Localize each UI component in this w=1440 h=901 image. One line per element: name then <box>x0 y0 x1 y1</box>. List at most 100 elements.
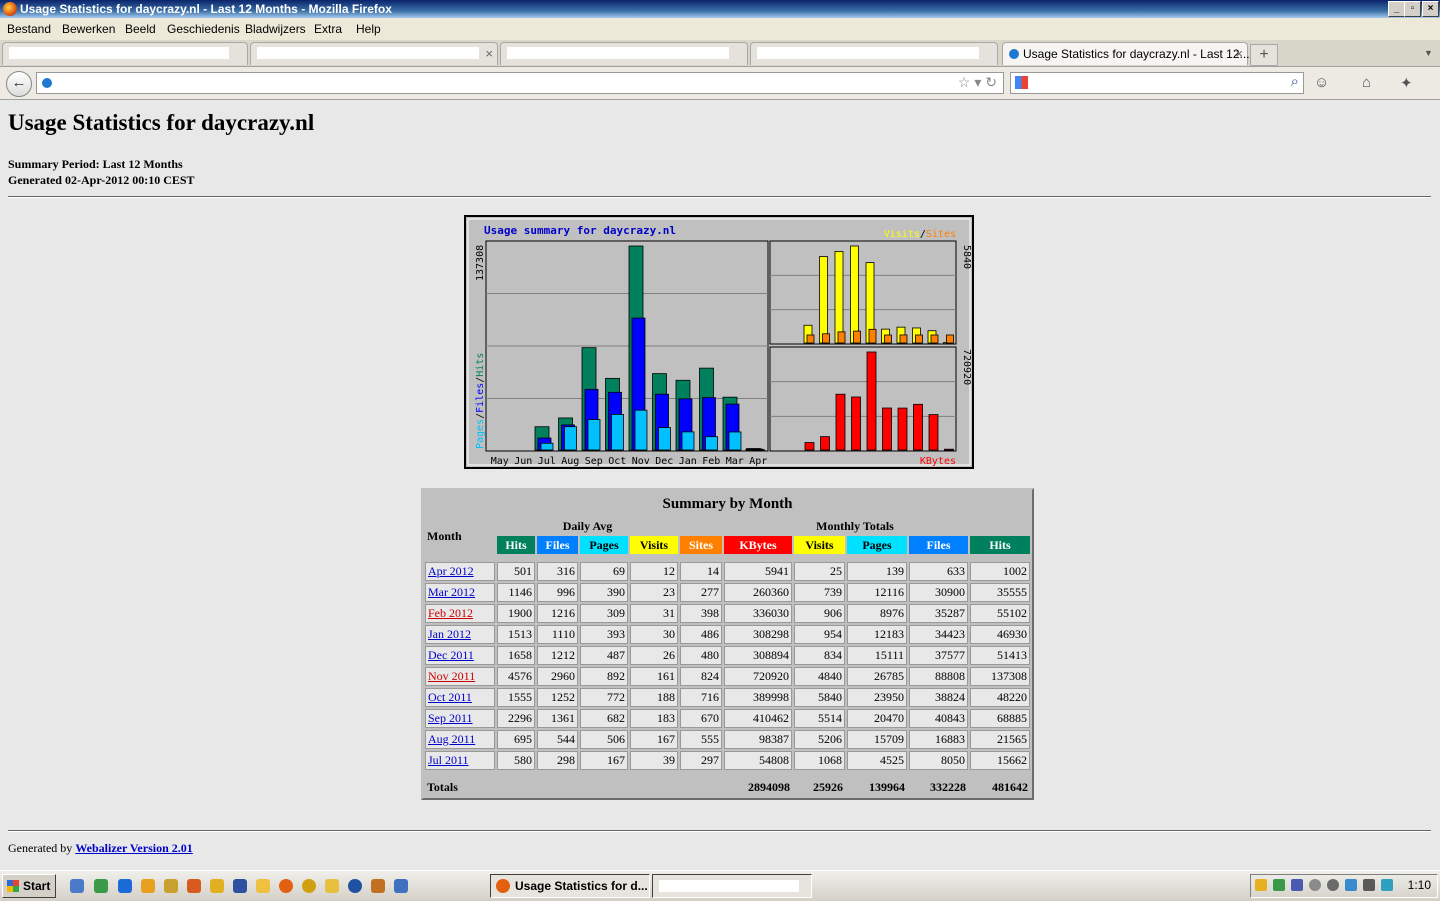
reload-icon[interactable]: ↻ <box>985 74 997 90</box>
table-cell: 695 <box>497 730 535 749</box>
totals-row: Totals 2894098 25926 139964 332228 481642 <box>425 778 1030 796</box>
menu-bewerken[interactable]: Bewerken <box>62 22 115 36</box>
month-link[interactable]: Jul 2011 <box>428 753 469 767</box>
tray-icon[interactable] <box>1273 879 1285 891</box>
tray-icon[interactable] <box>1255 879 1267 891</box>
month-link[interactable]: Mar 2012 <box>428 585 475 599</box>
pages-bar <box>705 436 718 451</box>
quicklaunch-icon[interactable] <box>164 879 178 893</box>
table-row: Aug 2011 695 544 506 167 555 98387 5206 15709 168… <box>425 730 1030 749</box>
close-window-button[interactable]: × <box>1422 1 1439 17</box>
quicklaunch-icon[interactable] <box>141 879 155 893</box>
tab-active[interactable]: Usage Statistics for daycrazy.nl - Last … <box>1002 42 1250 65</box>
tray-icon[interactable] <box>1309 879 1321 891</box>
clock: 1:10 <box>1407 878 1431 892</box>
addon-face-icon[interactable]: ☺ <box>1314 74 1329 91</box>
table-cell: 8050 <box>909 751 968 770</box>
table-spacer <box>425 556 1030 560</box>
table-cell: 824 <box>680 667 722 686</box>
close-tab-icon[interactable]: × <box>1235 46 1243 61</box>
menu-extra[interactable]: Extra <box>314 22 342 36</box>
tray-icon[interactable] <box>1291 879 1303 891</box>
tab-2[interactable]: × <box>250 42 498 65</box>
month-link[interactable]: Dec 2011 <box>428 648 474 662</box>
menu-bestand[interactable]: Bestand <box>7 22 51 36</box>
table-cell: 40843 <box>909 709 968 728</box>
tab-3[interactable] <box>500 42 748 65</box>
quicklaunch-icon[interactable] <box>210 879 224 893</box>
table-cell: 834 <box>794 646 845 665</box>
month-link[interactable]: Aug 2011 <box>428 732 475 746</box>
tray-icon[interactable] <box>1345 879 1357 891</box>
quicklaunch-icon[interactable] <box>371 879 385 893</box>
month-tick-label: Jul <box>538 456 556 467</box>
webalizer-link[interactable]: Webalizer Version 2.01 <box>75 841 192 855</box>
visits-bar <box>850 245 859 344</box>
tab-list-chevron-icon[interactable]: ▼ <box>1424 48 1433 58</box>
bookmark-star-icon[interactable]: ☆ <box>958 74 971 90</box>
firefox-icon[interactable] <box>279 879 293 893</box>
table-cell: 1252 <box>537 688 578 707</box>
minimize-button[interactable]: _ <box>1388 1 1405 17</box>
table-cell: 506 <box>580 730 628 749</box>
table-cell: 670 <box>680 709 722 728</box>
menu-bladwijzers[interactable]: Bladwijzers <box>245 22 306 36</box>
tray-icon[interactable] <box>1363 879 1375 891</box>
tab-title-redacted <box>257 47 479 59</box>
col-header-total-pages: Pages <box>847 536 907 554</box>
col-header-daily-visits: Visits <box>630 536 678 554</box>
menu-help[interactable]: Help <box>356 22 381 36</box>
footer: Generated by Webalizer Version 2.01 <box>8 841 193 856</box>
quicklaunch-icon[interactable] <box>256 879 270 893</box>
network-icon[interactable] <box>1381 879 1393 891</box>
maximize-button[interactable]: ▫ <box>1404 1 1421 17</box>
tray-icon[interactable] <box>1327 879 1339 891</box>
kbytes-bar <box>835 393 846 451</box>
tab-4[interactable] <box>750 42 998 65</box>
table-cell: 393 <box>580 625 628 644</box>
month-link[interactable]: Jan 2012 <box>428 627 471 641</box>
close-tab-icon[interactable]: × <box>485 46 493 61</box>
quicklaunch-icon[interactable] <box>325 879 339 893</box>
tab-title-redacted <box>507 47 729 59</box>
back-button[interactable]: ← <box>6 71 32 97</box>
search-bar[interactable]: ⌕ <box>1010 72 1304 94</box>
search-icon[interactable]: ⌕ <box>1291 73 1299 90</box>
month-link[interactable]: Oct 2011 <box>428 690 472 704</box>
site-identity-icon[interactable] <box>42 78 52 88</box>
table-cell: 21565 <box>970 730 1030 749</box>
taskbar-window-2[interactable] <box>652 874 812 898</box>
taskbar-firefox-window[interactable]: Usage Statistics for d... <box>490 874 650 898</box>
home-icon[interactable]: ⌂ <box>1362 74 1371 91</box>
table-cell: 5840 <box>794 688 845 707</box>
footer-prefix: Generated by <box>8 841 76 855</box>
new-tab-button[interactable]: + <box>1250 44 1278 66</box>
media-player-icon[interactable] <box>348 879 362 893</box>
month-link[interactable]: Apr 2012 <box>428 564 474 578</box>
start-button[interactable]: Start <box>2 874 56 898</box>
table-cell: 2296 <box>497 709 535 728</box>
visits-bar <box>834 251 844 344</box>
tab-1[interactable] <box>2 42 248 65</box>
quicklaunch-icon[interactable] <box>94 879 108 893</box>
menu-beeld[interactable]: Beeld <box>125 22 156 36</box>
quicklaunch-icon[interactable] <box>394 879 408 893</box>
quicklaunch-icon[interactable] <box>233 879 247 893</box>
table-cell: 15111 <box>847 646 907 665</box>
quicklaunch-icon[interactable] <box>187 879 201 893</box>
quicklaunch-icon[interactable] <box>70 879 84 893</box>
month-link[interactable]: Feb 2012 <box>428 606 473 620</box>
history-dropdown-icon[interactable]: ▾ <box>974 74 981 90</box>
quicklaunch-icon[interactable] <box>302 879 316 893</box>
month-link[interactable]: Nov 2011 <box>428 669 475 683</box>
url-bar[interactable]: ☆ ▾ ↻ <box>36 72 1004 94</box>
google-search-engine-icon[interactable] <box>1015 76 1028 89</box>
ie-icon[interactable] <box>118 879 132 893</box>
table-cell: 772 <box>580 688 628 707</box>
addon-extension-icon[interactable]: ✦ <box>1400 74 1413 92</box>
window-title-bar[interactable]: Usage Statistics for daycrazy.nl - Last … <box>0 0 1440 18</box>
menu-geschiedenis[interactable]: Geschiedenis <box>167 22 240 36</box>
month-link[interactable]: Sep 2011 <box>428 711 473 725</box>
table-cell: 389998 <box>724 688 792 707</box>
table-cell: 55102 <box>970 604 1030 623</box>
